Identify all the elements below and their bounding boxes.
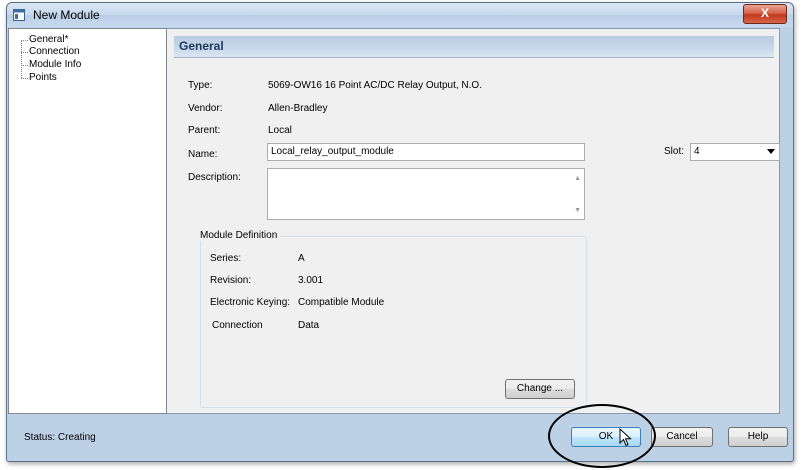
- revision-value: 3.001: [298, 275, 324, 286]
- type-value: 5069-OW16 16 Point AC/DC Relay Output, N…: [268, 80, 482, 91]
- name-field-value: Local_relay_output_module: [271, 146, 394, 157]
- tree-connector: [21, 65, 28, 66]
- slot-label: Slot:: [664, 146, 685, 157]
- tree-connector: [21, 40, 28, 41]
- tree-connector: [21, 78, 28, 79]
- section-title: General: [179, 39, 224, 53]
- parent-label: Parent:: [188, 125, 221, 136]
- tree-item-points[interactable]: Points: [29, 72, 57, 84]
- connection-value: Data: [298, 320, 320, 331]
- series-value: A: [298, 253, 305, 264]
- highlight-circle: [548, 404, 656, 468]
- module-definition-title: Module Definition: [197, 230, 281, 241]
- window-icon: [13, 9, 25, 21]
- scroll-up-icon[interactable]: ▲: [574, 175, 581, 182]
- mouse-pointer-icon: [619, 428, 632, 447]
- close-icon: X: [760, 6, 769, 20]
- chevron-down-icon: [767, 149, 775, 154]
- slot-dropdown-value: 4: [694, 146, 700, 157]
- cancel-button[interactable]: Cancel: [651, 427, 713, 447]
- series-label: Series:: [210, 253, 242, 264]
- tree-item-connection[interactable]: Connection: [29, 46, 80, 58]
- scroll-down-icon[interactable]: ▼: [574, 207, 581, 214]
- vendor-value: Allen-Bradley: [268, 103, 328, 114]
- description-label: Description:: [188, 172, 241, 183]
- slot-dropdown[interactable]: 4: [690, 143, 780, 161]
- tree-item-general[interactable]: General*: [29, 34, 68, 46]
- close-button[interactable]: X: [743, 4, 787, 24]
- keying-value: Compatible Module: [298, 297, 385, 308]
- title-bar[interactable]: New Module X: [7, 3, 793, 27]
- name-field[interactable]: Local_relay_output_module: [267, 143, 585, 161]
- name-label: Name:: [188, 149, 218, 160]
- section-header: General: [174, 36, 774, 58]
- revision-label: Revision:: [210, 275, 252, 286]
- vendor-label: Vendor:: [188, 103, 223, 114]
- tree-connector: [21, 40, 22, 78]
- help-button[interactable]: Help: [728, 427, 788, 447]
- type-label: Type:: [188, 80, 213, 91]
- tree-item-module-info[interactable]: Module Info: [29, 59, 81, 71]
- change-button[interactable]: Change ...: [505, 379, 575, 399]
- window-title: New Module: [33, 8, 100, 22]
- category-tree[interactable]: General* Connection Module Info Points: [8, 28, 167, 414]
- parent-value: Local: [268, 125, 292, 136]
- description-field[interactable]: ▲ ▼: [267, 168, 585, 220]
- tree-connector: [21, 52, 28, 53]
- keying-label: Electronic Keying:: [210, 297, 291, 308]
- status-text: Status: Creating: [24, 432, 96, 443]
- connection-label: Connection: [212, 320, 263, 331]
